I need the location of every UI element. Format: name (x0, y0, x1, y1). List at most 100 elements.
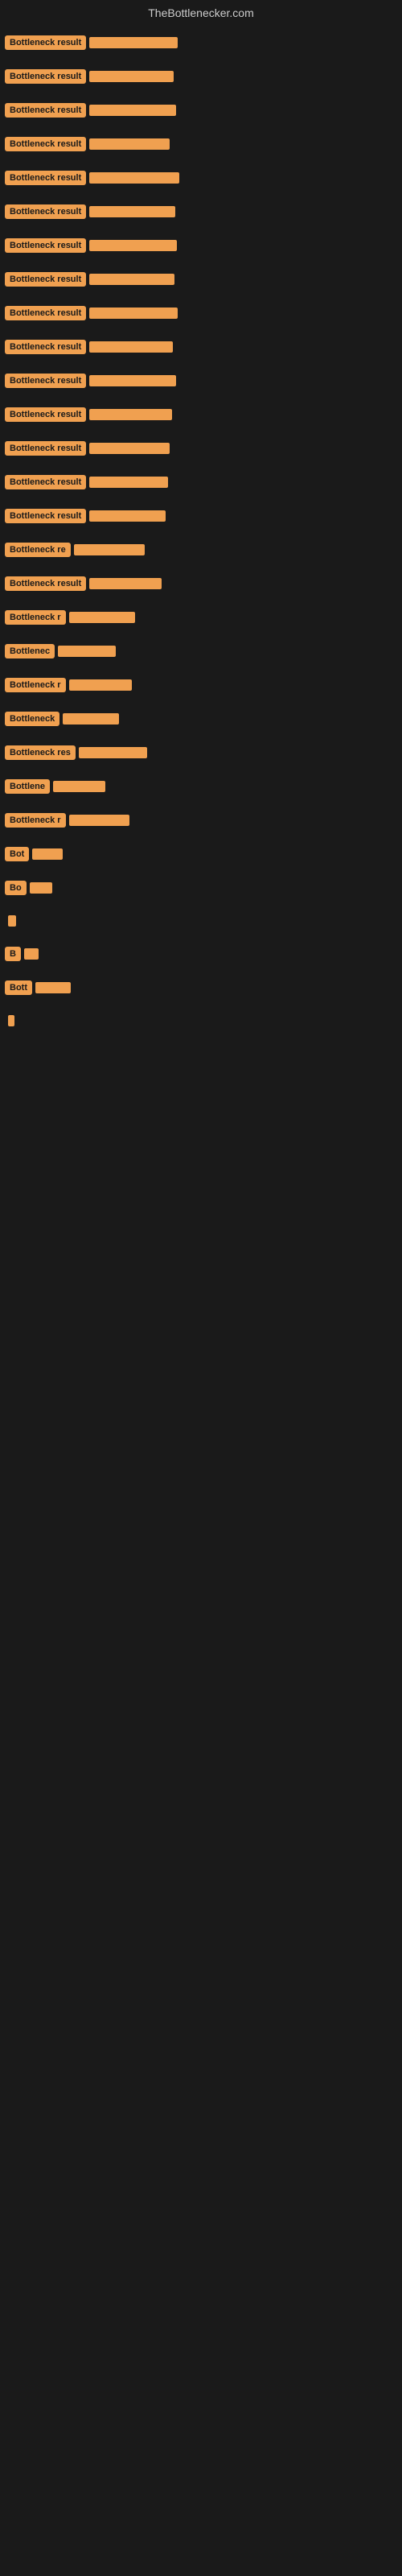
bottleneck-row[interactable]: Bottleneck result (2, 200, 400, 224)
progress-bar (58, 646, 116, 657)
bottleneck-row[interactable]: Bottleneck r (2, 808, 400, 832)
bottleneck-badge: Bottleneck result (5, 441, 86, 456)
progress-bar (8, 1015, 14, 1026)
bottleneck-row[interactable]: Bottleneck result (2, 504, 400, 528)
bottleneck-row[interactable]: Bottleneck res (2, 741, 400, 765)
progress-bar (89, 206, 175, 217)
list-item: Bottleneck r (0, 803, 402, 837)
bottleneck-row[interactable]: B (2, 942, 400, 966)
bar-container (30, 881, 397, 894)
bottleneck-row[interactable] (2, 1009, 400, 1032)
bar-container (69, 611, 397, 624)
progress-bar (89, 409, 172, 420)
bottleneck-badge: Bottleneck (5, 712, 59, 726)
bottleneck-row[interactable]: Bottleneck result (2, 470, 400, 494)
bottleneck-badge: Bottleneck result (5, 272, 86, 287)
bar-container (79, 746, 397, 759)
list-item (0, 905, 402, 937)
list-item: Bottleneck result (0, 431, 402, 465)
bottleneck-row[interactable]: Bottleneck result (2, 233, 400, 258)
site-title: TheBottlenecker.com (0, 0, 402, 26)
list-item: B (0, 937, 402, 971)
progress-bar (63, 713, 119, 724)
list-item: Bottleneck result (0, 567, 402, 601)
bar-container (89, 36, 397, 49)
bottleneck-badge: Bottleneck res (5, 745, 76, 760)
bottleneck-row[interactable]: Bottleneck result (2, 572, 400, 596)
bottleneck-row[interactable]: Bott (2, 976, 400, 1000)
progress-bar (89, 240, 177, 251)
list-item: Bottleneck result (0, 26, 402, 60)
progress-bar (89, 510, 166, 522)
bar-container (69, 679, 397, 691)
bar-container (74, 543, 397, 556)
bottleneck-row[interactable]: Bottleneck result (2, 369, 400, 393)
bottleneck-row[interactable]: Bottleneck result (2, 64, 400, 89)
bottleneck-badge: Bottleneck result (5, 35, 86, 50)
progress-bar (24, 948, 39, 960)
bottleneck-row[interactable]: Bottlenec (2, 639, 400, 663)
progress-bar (89, 274, 174, 285)
bottleneck-badge: Bottleneck result (5, 306, 86, 320)
progress-bar (89, 37, 178, 48)
list-item: Bottlene (0, 770, 402, 803)
list-item: Bottleneck result (0, 330, 402, 364)
progress-bar (74, 544, 145, 555)
bar-container (89, 138, 397, 151)
list-item: Bottleneck result (0, 93, 402, 127)
bottleneck-row[interactable]: Bottleneck result (2, 166, 400, 190)
progress-bar (8, 915, 16, 927)
bar-container (89, 408, 397, 421)
list-item: Bottleneck result (0, 364, 402, 398)
bottleneck-row[interactable]: Bottlene (2, 774, 400, 799)
bottleneck-row[interactable]: Bottleneck r (2, 673, 400, 697)
bottleneck-row[interactable]: Bottleneck re (2, 538, 400, 562)
bottleneck-row[interactable]: Bottleneck result (2, 267, 400, 291)
bar-container (89, 374, 397, 387)
bottleneck-badge: Bottleneck result (5, 238, 86, 253)
bar-container (35, 981, 397, 994)
list-item: Bottleneck result (0, 398, 402, 431)
bottleneck-row[interactable]: Bottleneck result (2, 132, 400, 156)
bottleneck-badge: Bottleneck result (5, 374, 86, 388)
bar-container (89, 205, 397, 218)
bottleneck-row[interactable]: Bottleneck result (2, 301, 400, 325)
bar-container (89, 476, 397, 489)
bottleneck-badge: Bottleneck r (5, 813, 66, 828)
list-item: Bottleneck result (0, 465, 402, 499)
bottleneck-row[interactable]: Bottleneck result (2, 31, 400, 55)
bottleneck-badge: Bottlenec (5, 644, 55, 658)
bottleneck-row[interactable]: Bo (2, 876, 400, 900)
bottleneck-row[interactable]: Bot (2, 842, 400, 866)
bottleneck-row[interactable]: Bottleneck result (2, 98, 400, 122)
progress-bar (53, 781, 105, 792)
bottleneck-row[interactable]: Bottleneck (2, 707, 400, 731)
bottleneck-badge: Bottleneck r (5, 610, 66, 625)
list-item: Bottleneck result (0, 195, 402, 229)
bottleneck-badge: Bottleneck result (5, 69, 86, 84)
list-item: Bottleneck result (0, 229, 402, 262)
progress-bar (89, 477, 168, 488)
bottleneck-badge: Bottleneck result (5, 475, 86, 489)
bottleneck-badge: Bottlene (5, 779, 50, 794)
list-item: Bottleneck r (0, 601, 402, 634)
list-item: Bot (0, 837, 402, 871)
bottleneck-badge: Bottleneck result (5, 407, 86, 422)
bottleneck-badge: Bottleneck r (5, 678, 66, 692)
bottleneck-row[interactable]: Bottleneck r (2, 605, 400, 630)
progress-bar (35, 982, 71, 993)
list-item: Bottlenec (0, 634, 402, 668)
list-item: Bottleneck result (0, 60, 402, 93)
bar-container (89, 273, 397, 286)
bar-container (89, 239, 397, 252)
bottleneck-badge: Bottleneck re (5, 543, 71, 557)
bar-container (8, 914, 397, 927)
bottleneck-row[interactable]: Bottleneck result (2, 436, 400, 460)
list-item: Bottleneck result (0, 127, 402, 161)
progress-bar (89, 341, 173, 353)
bar-container (24, 947, 397, 960)
bar-container (63, 712, 397, 725)
bottleneck-row[interactable]: Bottleneck result (2, 402, 400, 427)
bottleneck-row[interactable] (2, 910, 400, 932)
bottleneck-row[interactable]: Bottleneck result (2, 335, 400, 359)
